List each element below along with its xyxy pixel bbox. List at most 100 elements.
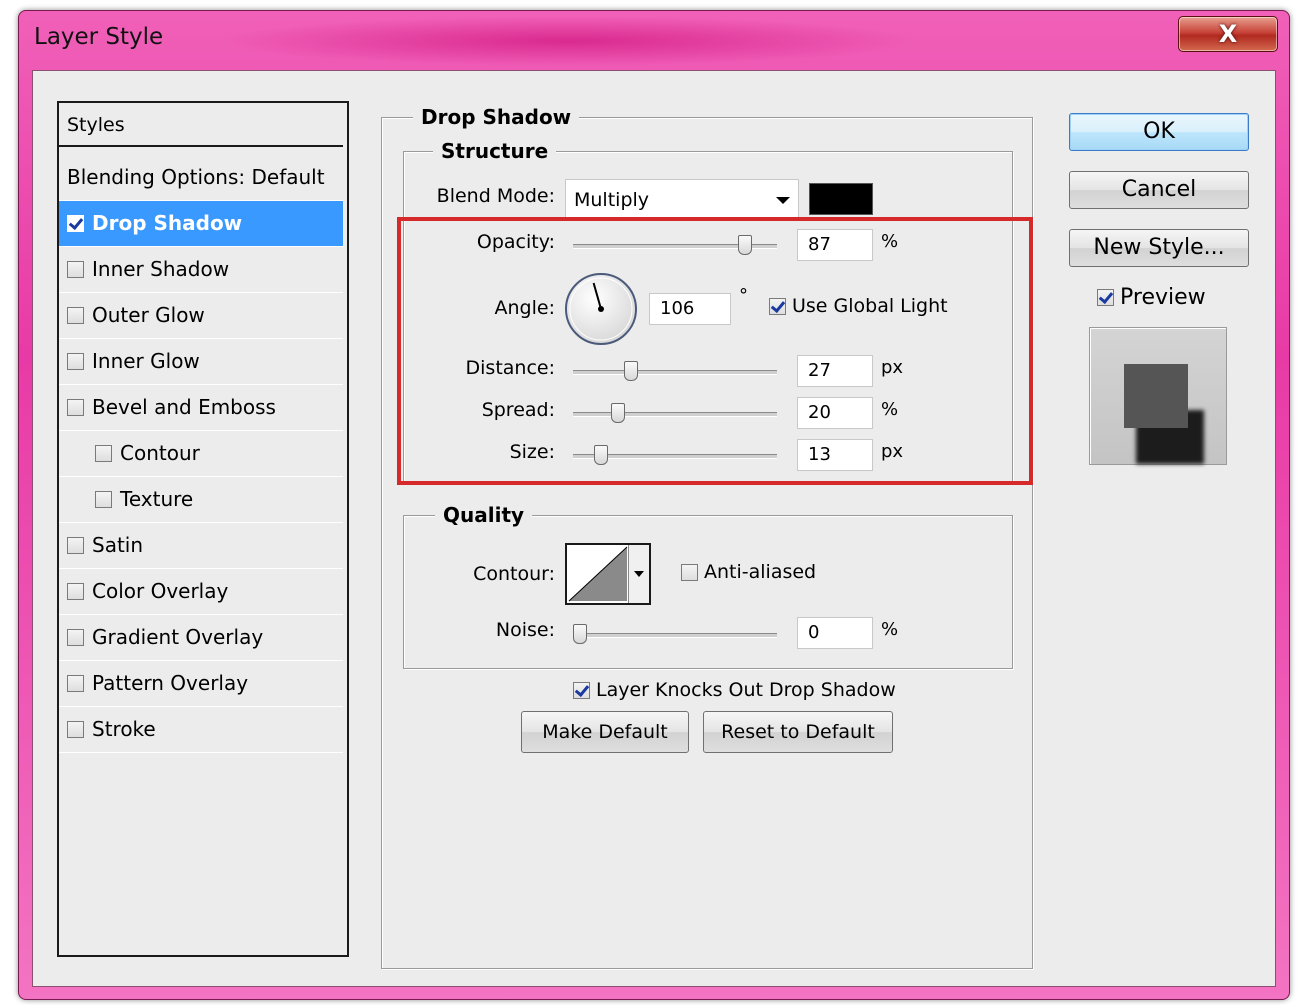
style-item-label: Contour	[120, 441, 200, 465]
titlebar-glow	[218, 16, 918, 66]
style-item-color-overlay[interactable]: Color Overlay	[59, 569, 343, 615]
shadow-color-swatch[interactable]	[809, 183, 873, 215]
preview-checkbox[interactable]: Preview	[1097, 285, 1206, 310]
style-item-checkbox[interactable]	[67, 353, 84, 370]
chevron-down-icon	[634, 571, 644, 577]
ok-button[interactable]: OK	[1069, 113, 1249, 151]
contour-dropdown-arrow[interactable]	[628, 545, 649, 603]
preview-check	[1097, 289, 1114, 306]
style-item-label: Satin	[92, 533, 144, 557]
noise-label: Noise:	[495, 619, 555, 641]
styles-list: Styles Blending Options: Default Drop Sha…	[57, 101, 349, 957]
window-title: Layer Style	[34, 24, 164, 50]
style-item-gradient-overlay[interactable]: Gradient Overlay	[59, 615, 343, 661]
style-item-label: Outer Glow	[92, 303, 205, 327]
spread-slider-thumb[interactable]	[611, 403, 625, 423]
angle-unit: °	[739, 285, 748, 306]
style-item-checkbox[interactable]	[67, 399, 84, 416]
style-item-pattern-overlay[interactable]: Pattern Overlay	[59, 661, 343, 707]
size-slider-thumb[interactable]	[593, 445, 608, 465]
style-item-checkbox[interactable]	[67, 675, 84, 692]
style-item-blending-options-default[interactable]: Blending Options: Default	[59, 155, 343, 201]
style-item-texture[interactable]: Texture	[59, 477, 343, 523]
noise-slider-thumb[interactable]	[573, 624, 587, 644]
layer-knocks-out-checkbox[interactable]: Layer Knocks Out Drop Shadow	[573, 679, 896, 701]
style-item-checkbox[interactable]	[95, 491, 112, 508]
style-item-label: Inner Shadow	[92, 257, 230, 281]
noise-slider[interactable]	[573, 633, 777, 638]
style-item-checkbox[interactable]	[67, 537, 84, 554]
style-preview-thumbnail	[1089, 327, 1227, 465]
anti-aliased-label: Anti-aliased	[704, 561, 817, 583]
style-item-label: Color Overlay	[92, 579, 229, 603]
close-icon: X	[1218, 20, 1238, 48]
style-item-checkbox[interactable]	[67, 721, 84, 738]
style-item-drop-shadow[interactable]: Drop Shadow	[59, 201, 343, 247]
noise-input[interactable]: 0	[797, 617, 873, 649]
opacity-input[interactable]: 87	[797, 229, 873, 261]
style-item-stroke[interactable]: Stroke	[59, 707, 343, 753]
make-default-button[interactable]: Make Default	[521, 711, 689, 753]
style-item-bevel-and-emboss[interactable]: Bevel and Emboss	[59, 385, 343, 431]
style-item-checkbox[interactable]	[67, 261, 84, 278]
style-item-inner-shadow[interactable]: Inner Shadow	[59, 247, 343, 293]
knockout-check	[573, 681, 590, 699]
contour-curve-icon	[568, 546, 628, 602]
anti-aliased-check	[681, 563, 698, 581]
angle-label: Angle:	[494, 297, 555, 319]
noise-unit: %	[881, 619, 899, 640]
layer-style-window: Layer Style X Styles Blending Options: D…	[18, 10, 1290, 1000]
style-item-label: Texture	[120, 487, 194, 511]
style-item-contour[interactable]: Contour	[59, 431, 343, 477]
blend-mode-select[interactable]: Multiply	[565, 179, 799, 219]
style-item-label: Gradient Overlay	[92, 625, 264, 649]
chevron-down-icon	[776, 197, 790, 204]
contour-picker[interactable]	[565, 543, 651, 605]
distance-input[interactable]: 27	[797, 355, 873, 387]
styles-header-label: Styles	[67, 114, 125, 136]
style-item-outer-glow[interactable]: Outer Glow	[59, 293, 343, 339]
opacity-unit: %	[881, 231, 899, 252]
blend-mode-value: Multiply	[574, 189, 650, 211]
drop-shadow-title: Drop Shadow	[413, 105, 580, 129]
style-item-inner-glow[interactable]: Inner Glow	[59, 339, 343, 385]
styles-header[interactable]: Styles	[59, 103, 343, 147]
dialog-client: Styles Blending Options: Default Drop Sha…	[32, 70, 1276, 987]
opacity-label: Opacity:	[476, 231, 555, 253]
global-light-check	[769, 297, 786, 315]
reset-to-default-button[interactable]: Reset to Default	[703, 711, 893, 753]
style-item-label: Stroke	[92, 717, 156, 741]
style-item-satin[interactable]: Satin	[59, 523, 343, 569]
angle-input[interactable]: 106	[649, 293, 731, 325]
angle-dial[interactable]	[563, 271, 639, 347]
style-item-checkbox[interactable]	[67, 307, 84, 324]
style-item-checkbox[interactable]	[67, 583, 84, 600]
distance-slider[interactable]	[573, 370, 777, 375]
distance-unit: px	[881, 357, 904, 378]
size-input[interactable]: 13	[797, 439, 873, 471]
close-button[interactable]: X	[1178, 16, 1278, 52]
distance-label: Distance:	[465, 357, 555, 379]
size-label: Size:	[509, 441, 555, 463]
opacity-slider-thumb[interactable]	[738, 235, 753, 255]
structure-title: Structure	[433, 139, 557, 163]
blend-mode-label: Blend Mode:	[436, 185, 555, 207]
style-item-label: Pattern Overlay	[92, 671, 249, 695]
use-global-light-label: Use Global Light	[792, 295, 948, 317]
spread-slider[interactable]	[573, 412, 777, 417]
use-global-light-checkbox[interactable]: Use Global Light	[769, 295, 948, 317]
style-item-label: Inner Glow	[92, 349, 200, 373]
cancel-button[interactable]: Cancel	[1069, 171, 1249, 209]
style-item-label: Blending Options: Default	[67, 165, 325, 189]
spread-input[interactable]: 20	[797, 397, 873, 429]
layer-knocks-out-label: Layer Knocks Out Drop Shadow	[596, 679, 896, 701]
anti-aliased-checkbox[interactable]: Anti-aliased	[681, 561, 816, 583]
quality-group	[403, 515, 1013, 669]
style-item-label: Drop Shadow	[92, 211, 243, 235]
style-item-checkbox[interactable]	[67, 629, 84, 646]
spread-unit: %	[881, 399, 899, 420]
style-item-checkbox[interactable]	[95, 445, 112, 462]
distance-slider-thumb[interactable]	[624, 361, 639, 381]
style-item-checkbox[interactable]	[67, 215, 84, 232]
new-style-button[interactable]: New Style...	[1069, 229, 1249, 267]
